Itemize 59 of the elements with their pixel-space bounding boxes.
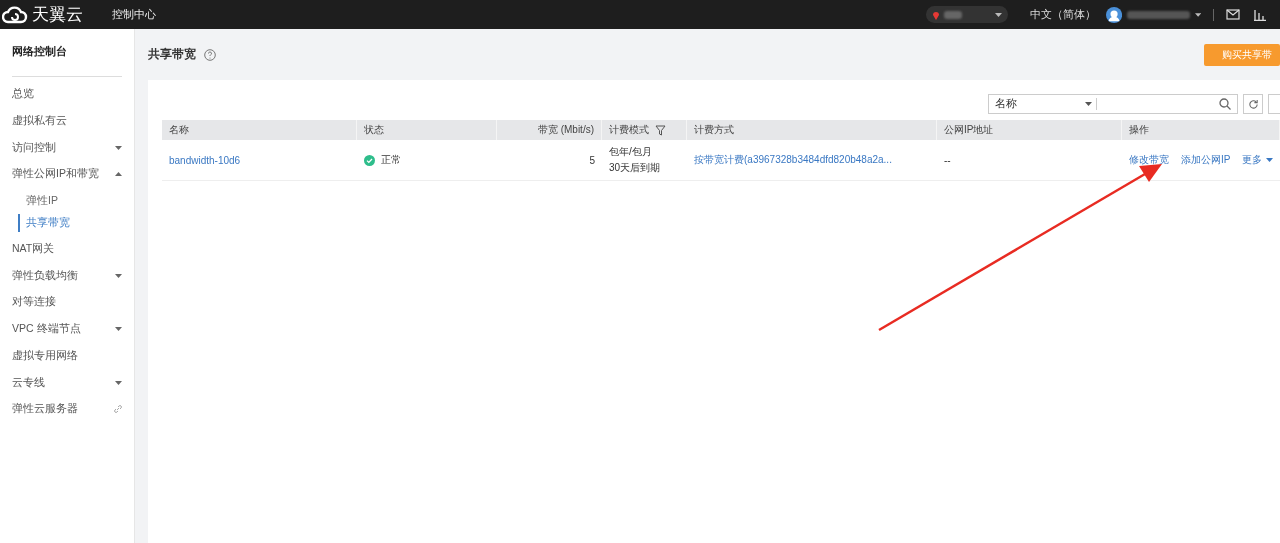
more-link[interactable]: 更多	[1242, 153, 1274, 167]
caret-icon	[115, 172, 122, 177]
bar-chart-icon[interactable]	[1254, 8, 1266, 21]
column-header: 带宽 (Mbit/s)	[497, 120, 602, 140]
sidebar-item[interactable]: 云专线	[12, 369, 122, 396]
column-header: 名称	[162, 120, 357, 140]
filter-icon[interactable]	[655, 124, 666, 136]
caret-icon	[115, 273, 122, 278]
link-icon	[114, 405, 122, 414]
caret-icon	[115, 327, 122, 332]
action-link[interactable]: 添加公网IP	[1181, 153, 1231, 167]
help-icon[interactable]	[204, 48, 216, 61]
sidebar-item[interactable]: VPC 终端节点	[12, 315, 122, 343]
caret-icon	[1266, 158, 1274, 162]
column-header: 公网IP地址	[937, 120, 1122, 140]
billing-mode-text: 30天后到期	[609, 161, 661, 175]
brand-logo[interactable]: 天翼云	[32, 3, 83, 26]
sidebar-item[interactable]: 弹性负载均衡	[12, 262, 122, 290]
mail-icon[interactable]	[1226, 9, 1240, 20]
caret-icon	[115, 380, 122, 385]
location-pin-icon	[932, 9, 940, 20]
language-link[interactable]: 中文（简体）	[1030, 7, 1096, 22]
sidebar-item[interactable]: 弹性公网IP和带宽	[12, 161, 122, 188]
sidebar-title: 网络控制台	[12, 29, 122, 77]
caret-icon	[115, 145, 122, 150]
search-field[interactable]: 名称	[988, 94, 1238, 114]
sidebar-item[interactable]: 弹性云服务器	[12, 395, 122, 423]
sidebar-item[interactable]: 虚拟私有云	[12, 107, 122, 135]
table-cell: --	[944, 154, 951, 166]
sidebar-item[interactable]: 对等连接	[12, 289, 122, 316]
search-icon[interactable]	[1219, 98, 1231, 110]
bandwidth-name-link[interactable]: bandwidth-10d6	[169, 154, 241, 166]
cloud-logo-icon	[2, 3, 28, 26]
page-title: 共享带宽	[148, 47, 196, 62]
user-menu[interactable]	[1106, 5, 1201, 24]
billing-method-link[interactable]: 按带宽计费(a3967328b3484dfd820b48a2a...	[694, 153, 892, 167]
column-header: 计费模式	[602, 120, 687, 140]
region-selector[interactable]	[926, 6, 1008, 23]
sidebar-item[interactable]: 访问控制	[12, 134, 122, 162]
avatar-icon	[1106, 5, 1123, 24]
check-icon	[364, 154, 375, 166]
sidebar-item[interactable]: 虚拟专用网络	[12, 342, 122, 370]
action-link[interactable]: 修改带宽	[1129, 153, 1169, 167]
caret-icon	[995, 12, 1002, 17]
sidebar-subitem[interactable]: 共享带宽	[18, 213, 122, 232]
table-cell: 5	[589, 154, 595, 166]
sidebar-item[interactable]: NAT网关	[12, 235, 122, 263]
column-header: 操作	[1122, 120, 1280, 140]
nav-link[interactable]: 控制中心	[112, 7, 156, 22]
refresh-icon	[1247, 98, 1259, 110]
column-header: 状态	[357, 120, 497, 140]
refresh-button[interactable]	[1243, 94, 1263, 114]
sidebar-item[interactable]: 总览	[12, 81, 122, 108]
caret-icon	[1085, 102, 1092, 106]
sidebar-subitem[interactable]: 弹性IP	[18, 191, 122, 210]
status-text: 正常	[381, 153, 401, 167]
column-header: 计费方式	[687, 120, 937, 140]
billing-mode-text: 包年/包月	[609, 145, 652, 159]
caret-icon	[1194, 12, 1201, 17]
